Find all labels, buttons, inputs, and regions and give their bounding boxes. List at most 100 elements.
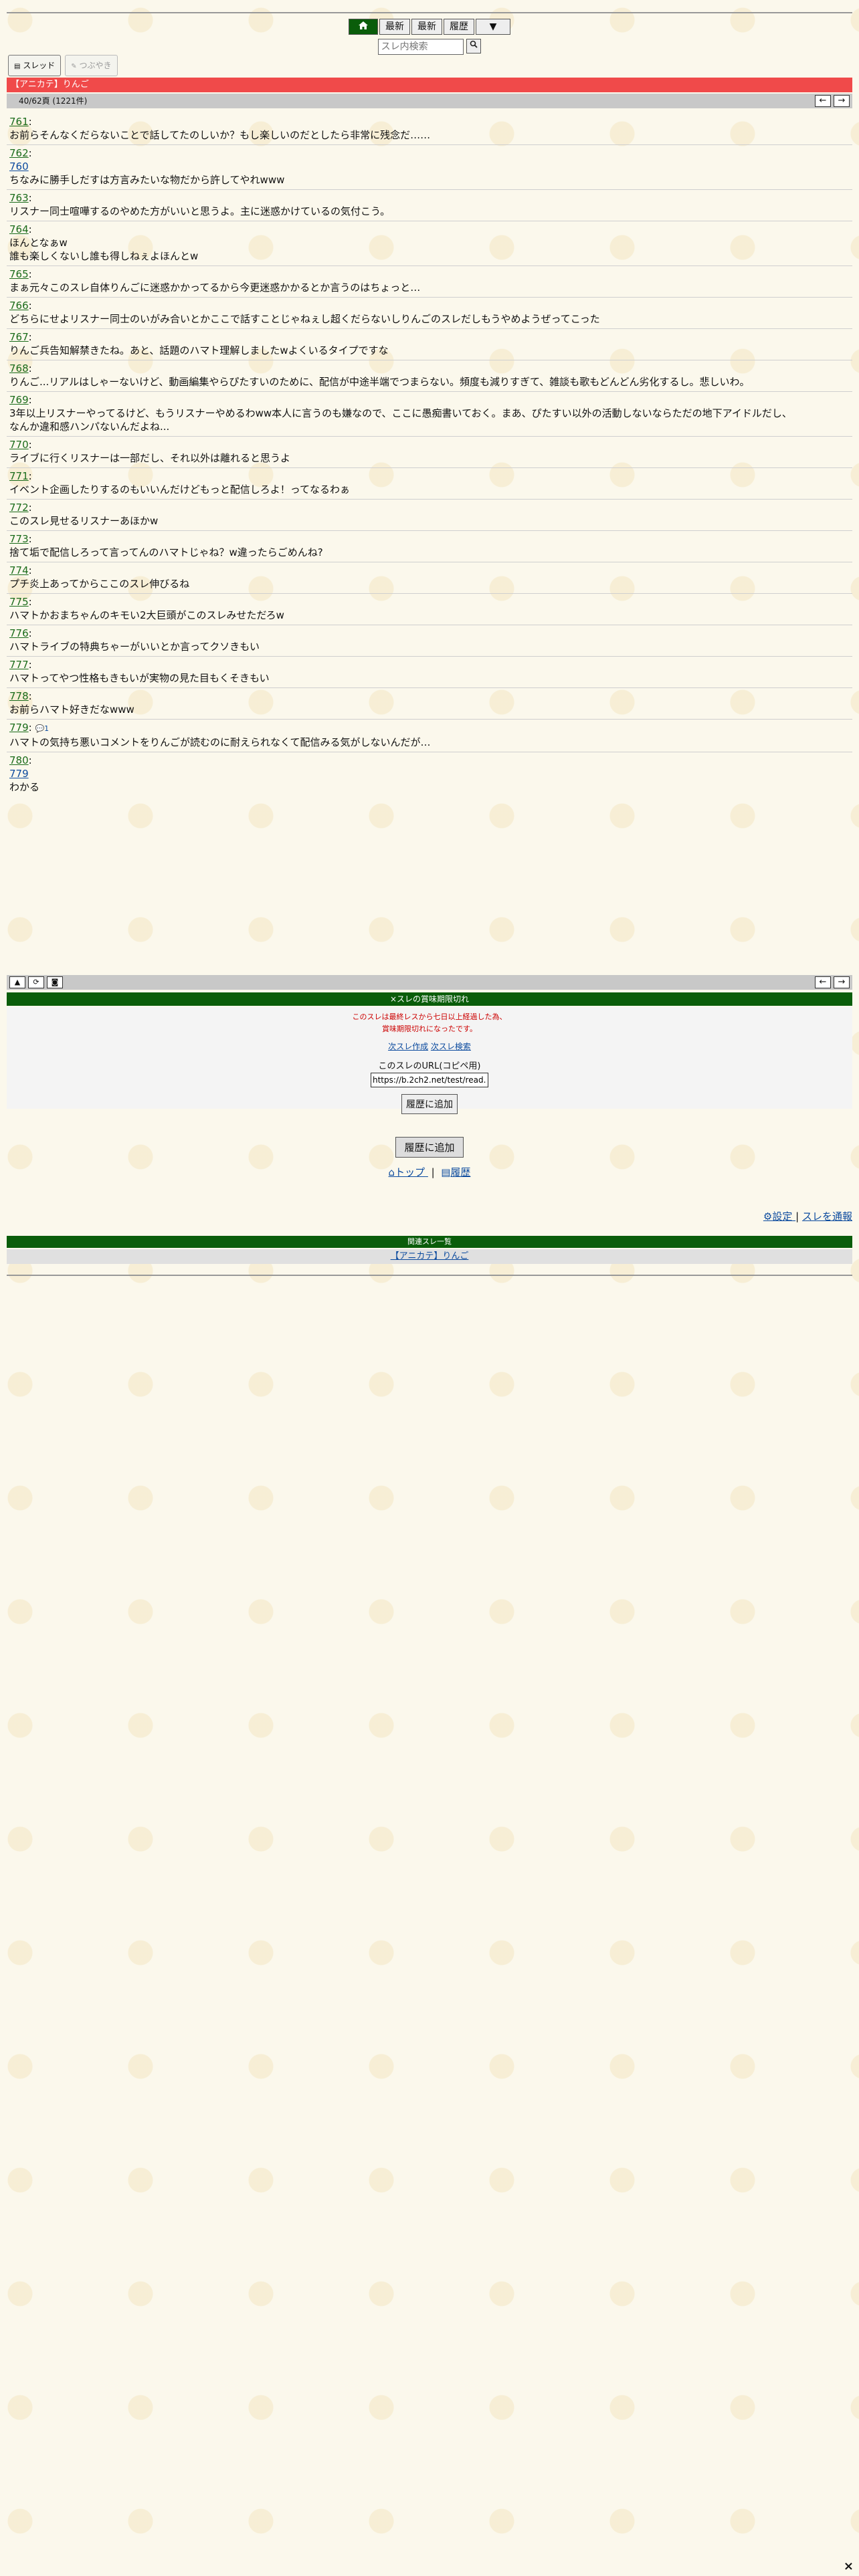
- search-input[interactable]: [377, 39, 464, 55]
- tab-tweets[interactable]: ✎ つぶやき: [65, 55, 118, 76]
- list-item: 768: りんご...リアルはしゃーないけど、動画編集やらぴたすいのために、配信…: [7, 360, 852, 392]
- post-body: ちなみに勝手しだすは方言みたいな物だから許してやれwww: [9, 174, 285, 186]
- top-divider: [7, 12, 852, 13]
- post-number[interactable]: 765: [9, 268, 29, 280]
- post-number[interactable]: 768: [9, 362, 29, 374]
- next-page-arrow-icon[interactable]: →: [834, 976, 850, 988]
- home-button[interactable]: [349, 19, 378, 35]
- list-item: 764: ほんとなぁw 誰も楽しくないし誰も得しねぇよほんとw: [7, 221, 852, 266]
- post-body: ハマトかおまちゃんのキモい2大巨頭がこのスレみせただろw: [9, 609, 284, 621]
- search-button[interactable]: [466, 39, 482, 53]
- settings-link[interactable]: ⚙設定: [763, 1210, 795, 1222]
- thread-url-field[interactable]: [371, 1073, 488, 1087]
- more-menu-button[interactable]: ▼: [476, 19, 510, 35]
- view-tabs: ▤ スレッド ✎ つぶやき: [8, 55, 118, 76]
- create-next-thread-link[interactable]: 次スレ作成: [388, 1042, 428, 1051]
- post-number[interactable]: 780: [9, 754, 29, 766]
- history-link[interactable]: ▤履歴: [441, 1166, 470, 1178]
- list-item: 774: プチ炎上あってからここのスレ伸びるね: [7, 562, 852, 594]
- next-page-arrow-icon[interactable]: →: [834, 95, 850, 107]
- expired-panel: このスレは最終レスから七日以上経過した為、 賞味期限切れになったです。 次スレ作…: [7, 1007, 852, 1114]
- post-number[interactable]: 774: [9, 564, 29, 576]
- history-icon: ▤: [441, 1166, 451, 1178]
- footer-links: ⌂トップ | ▤履歴: [388, 1166, 471, 1178]
- reload-icon[interactable]: ⟳: [28, 976, 44, 988]
- add-history-button[interactable]: 履歴に追加: [401, 1094, 458, 1114]
- add-history-bar: 履歴に追加: [0, 1137, 859, 1158]
- search-bar: [0, 39, 859, 55]
- add-history-button-bottom[interactable]: 履歴に追加: [395, 1137, 464, 1158]
- chat-icon: ✎: [71, 63, 77, 70]
- report-thread-link[interactable]: スレを通報: [802, 1210, 852, 1222]
- list-item: 780: 779 わかる: [7, 752, 852, 796]
- post-body: リスナー同士喧嘩するのやめた方がいいと思うよ。主に迷惑かけているの気付こう。: [9, 205, 391, 217]
- scroll-top-icon[interactable]: ▲: [9, 976, 25, 988]
- top-nav: 最新 最新 履歴 ▼: [0, 19, 859, 35]
- reply-anchor[interactable]: 760: [9, 160, 850, 173]
- post-body: わかる: [9, 781, 40, 793]
- post-number[interactable]: 778: [9, 690, 29, 702]
- page-bar: 40/62頁 (1221件) ← →: [7, 94, 852, 108]
- reply-anchor[interactable]: 779: [9, 767, 850, 780]
- home-icon: [359, 21, 368, 29]
- bottom-toolbar: ▲ ⟳ ◙ ← →: [7, 975, 852, 990]
- post-number[interactable]: 776: [9, 627, 29, 639]
- prev-page-arrow-icon[interactable]: ←: [815, 95, 831, 107]
- prev-page-arrow-icon[interactable]: ←: [815, 976, 831, 988]
- close-icon[interactable]: ×: [844, 2559, 854, 2573]
- thread-title: 【アニカテ】りんご: [7, 78, 852, 92]
- list-item: 763: リスナー同士喧嘩するのやめた方がいいと思うよ。主に迷惑かけているの気付…: [7, 190, 852, 221]
- post-number[interactable]: 763: [9, 192, 29, 204]
- post-body-line2: 誰も楽しくないし誰も得しねぇよほんとw: [9, 250, 199, 262]
- bottom-divider: [7, 1275, 852, 1276]
- post-body: ハマトってやつ性格もきもいが実物の見た目もくそきもい: [9, 672, 270, 684]
- list-item: 761: お前らそんなくだらないことで話してたのしいか？もし楽しいのだとしたら非…: [7, 114, 852, 145]
- post-body: お前らハマト好きだなwww: [9, 704, 134, 716]
- post-body: ハマトライブの特典ちゃーがいいとか言ってクソきもい: [9, 641, 260, 653]
- related-thread-link[interactable]: 【アニカテ】りんご: [391, 1251, 469, 1261]
- post-number[interactable]: 779: [9, 722, 29, 734]
- expired-header: ×スレの賞味期限切れ: [7, 992, 852, 1006]
- history-button[interactable]: 履歴: [444, 19, 474, 35]
- list-item: 779: 💬1 ハマトの気持ち悪いコメントをりんごが読むのに耐えられなくて配信み…: [7, 720, 852, 752]
- reply-count-link[interactable]: 💬1: [35, 724, 49, 733]
- post-number[interactable]: 777: [9, 659, 29, 671]
- post-number[interactable]: 772: [9, 502, 29, 514]
- list-item: 769: 3年以上リスナーやってるけど、もうリスナーやめるわww本人に言うのも嫌…: [7, 392, 852, 437]
- list-item: 767: りんご兵告知解禁きたね。あと、話題のハマト理解しましたwよくいるタイプ…: [7, 329, 852, 360]
- post-body-line2: なんか違和感ハンパないんだよね...: [9, 421, 170, 433]
- post-body: まぁ元々このスレ自体りんごに迷惑かかってるから今更迷惑かかるとか言うのはちょっと…: [9, 282, 421, 294]
- search-next-thread-link[interactable]: 次スレ検索: [431, 1042, 471, 1051]
- post-body: プチ炎上あってからここのスレ伸びるね: [9, 578, 190, 590]
- camera-icon[interactable]: ◙: [47, 976, 63, 988]
- post-number[interactable]: 770: [9, 439, 29, 451]
- post-number[interactable]: 769: [9, 394, 29, 406]
- post-number[interactable]: 766: [9, 300, 29, 312]
- post-number[interactable]: 761: [9, 116, 29, 128]
- list-item: 765: まぁ元々このスレ自体りんごに迷惑かかってるから今更迷惑かかるとか言うの…: [7, 266, 852, 298]
- post-body: りんご兵告知解禁きたね。あと、話題のハマト理解しましたwよくいるタイプですな: [9, 344, 389, 356]
- next-thread-links: 次スレ作成 次スレ検索: [7, 1041, 852, 1052]
- latest-button[interactable]: 最新: [379, 19, 410, 35]
- top-link[interactable]: ⌂トップ: [389, 1166, 428, 1178]
- post-number[interactable]: 767: [9, 331, 29, 343]
- post-number[interactable]: 771: [9, 470, 29, 482]
- list-item: 770: ライブに行くリスナーは一部だし、それ以外は離れると思うよ: [7, 437, 852, 468]
- post-number[interactable]: 764: [9, 223, 29, 235]
- post-number[interactable]: 773: [9, 533, 29, 545]
- page-info: 40/62頁 (1221件): [19, 96, 88, 106]
- post-body: ライブに行くリスナーは一部だし、それ以外は離れると思うよ: [9, 452, 291, 464]
- tab-thread[interactable]: ▤ スレッド: [8, 55, 62, 76]
- post-body: イベント企画したりするのもいいんだけどもっと配信しろよ！ってなるわぁ: [9, 484, 350, 496]
- post-body: どちらにせよリスナー同士のいがみ合いとかここで話すことじゃねぇし超くだらないしり…: [9, 313, 600, 325]
- post-number[interactable]: 762: [9, 147, 29, 159]
- list-item: 773: 捨て垢で配信しろって言ってんのハマトじゃね？w違ったらごめんね?: [7, 531, 852, 562]
- post-list: 761: お前らそんなくだらないことで話してたのしいか？もし楽しいのだとしたら非…: [7, 114, 852, 796]
- settings-links: ⚙設定 | スレを通報: [763, 1210, 852, 1222]
- latest-alt-button[interactable]: 最新: [411, 19, 442, 35]
- post-number[interactable]: 775: [9, 596, 29, 608]
- related-thread-item: 【アニカテ】りんご: [7, 1249, 852, 1264]
- post-body: ほんとなぁw: [9, 237, 68, 249]
- post-body: 3年以上リスナーやってるけど、もうリスナーやめるわww本人に言うのも嫌なので、こ…: [9, 407, 792, 419]
- list-item: 776: ハマトライブの特典ちゃーがいいとか言ってクソきもい: [7, 625, 852, 657]
